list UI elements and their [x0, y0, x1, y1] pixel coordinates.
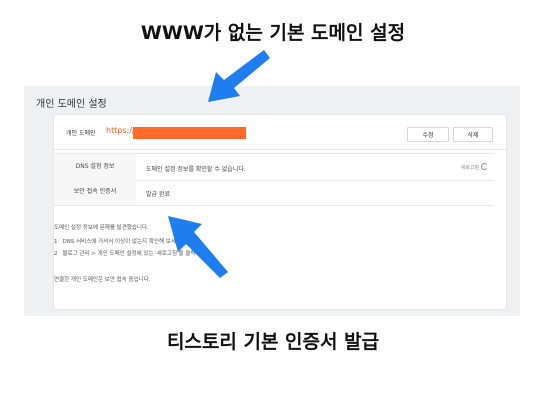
redaction-bar: [133, 127, 246, 139]
panel-title: 개인 도메인 설정: [36, 99, 107, 110]
edit-button[interactable]: 수정: [407, 127, 449, 142]
refresh-icon: [481, 163, 488, 170]
domain-row: 개인 도메인 https://o 수정 삭제: [54, 115, 506, 150]
note-number: 2: [54, 251, 58, 257]
info-table: DNS 설정 정보 도메인 설정 정보를 확인할 수 없습니다. 새로고침 보안…: [54, 153, 494, 207]
top-caption: WWW가 없는 기본 도메인 설정: [140, 22, 406, 44]
ssl-cert-value: 발급 완료: [146, 191, 170, 198]
arrow-up-left-icon: [168, 216, 228, 278]
note-text: 도메인 설정 정보에 문제를 발견했습니다.: [54, 225, 149, 231]
table-row: 보안 접속 인증서 발급 완료: [54, 179, 494, 206]
domain-card: 개인 도메인 https://o 수정 삭제 DNS 설정 정보 도메인 설정 …: [53, 114, 507, 310]
domain-label: 개인 도메인: [66, 130, 96, 137]
ssl-cert-label: 보안 접속 인증서: [54, 179, 136, 205]
dns-info-value: 도메인 설정 정보를 확인할 수 없습니다.: [146, 166, 246, 173]
refresh-label: 새로고침: [460, 165, 479, 171]
arrow-down-left-icon: [208, 50, 270, 102]
note-number: 1: [54, 239, 58, 245]
table-row: DNS 설정 정보 도메인 설정 정보를 확인할 수 없습니다. 새로고침: [54, 153, 494, 181]
domain-settings-panel: 개인 도메인 설정 개인 도메인 https://o 수정 삭제 DNS 설정 …: [24, 86, 520, 316]
refresh-button[interactable]: 새로고침: [461, 163, 488, 171]
bottom-caption: 티스토리 기본 인증서 발급: [166, 331, 380, 353]
dns-info-label: DNS 설정 정보: [54, 154, 136, 180]
note-text: 연결한 개인 도메인은 보안 접속 중입니다.: [54, 277, 151, 283]
delete-button[interactable]: 삭제: [453, 127, 493, 142]
